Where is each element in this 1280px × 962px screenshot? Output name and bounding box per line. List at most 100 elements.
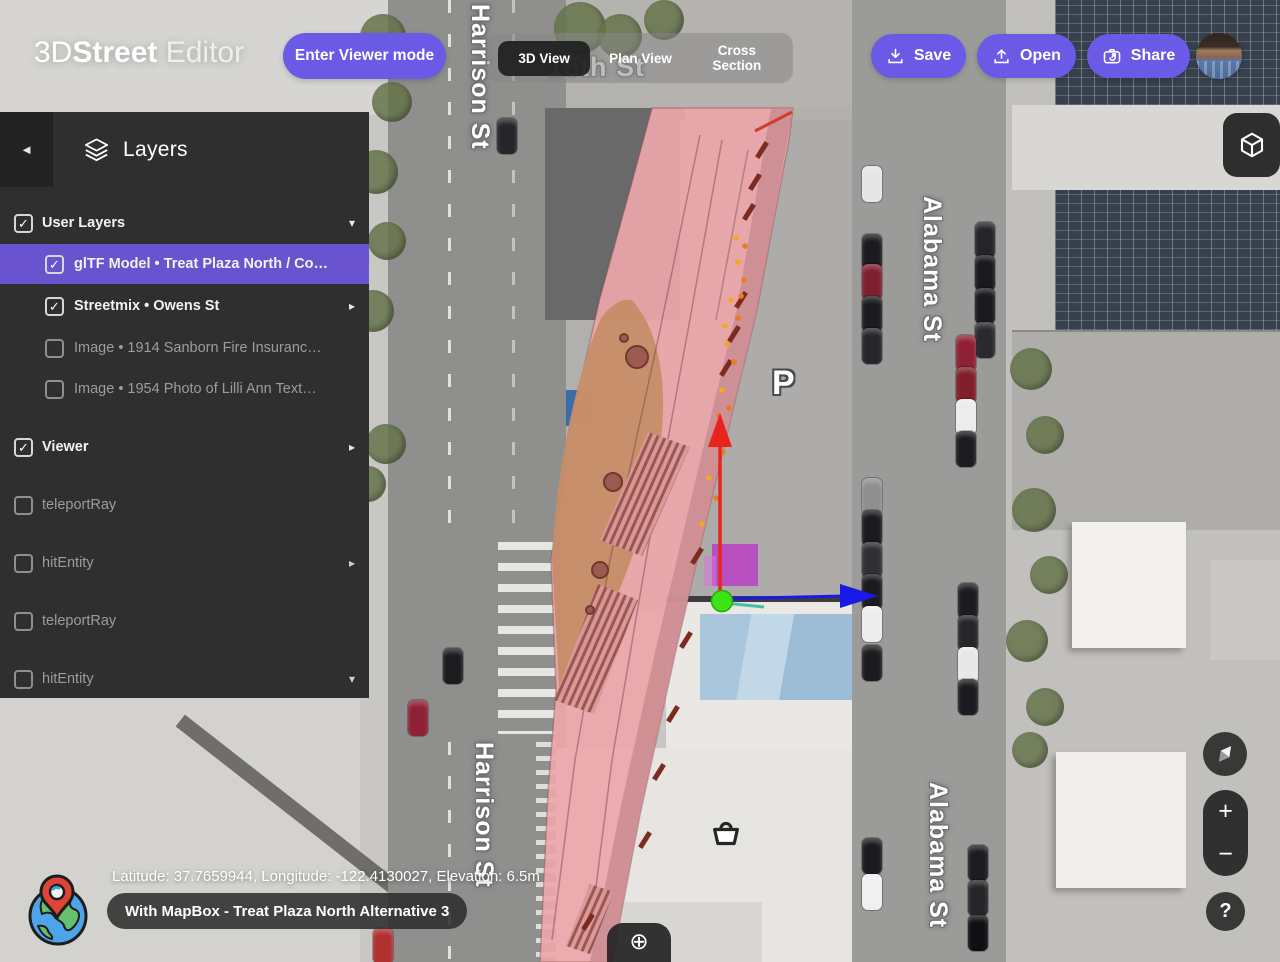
compass-reset-button[interactable] <box>1203 732 1247 776</box>
layers-panel-header: Layers <box>53 112 369 187</box>
parked-car <box>862 328 882 364</box>
gizmo-origin-handle[interactable] <box>712 591 733 612</box>
plaza-plant <box>719 387 725 393</box>
parked-car <box>862 874 882 910</box>
layer-row[interactable]: ✓User Layers▾ <box>0 203 369 243</box>
parked-car <box>968 915 988 951</box>
layer-row[interactable]: teleportRay <box>0 601 369 641</box>
parked-car <box>862 606 882 642</box>
street-label-harrison-bottom: Harrison St <box>469 742 498 888</box>
layer-row[interactable]: ✓ Viewer ▸ <box>0 427 369 467</box>
parked-car <box>862 510 882 546</box>
tab-plan-view[interactable]: Plan View <box>594 41 686 76</box>
checkbox-unchecked[interactable] <box>14 554 33 573</box>
model-inspector-button[interactable] <box>1223 113 1280 177</box>
store-poi-icon[interactable] <box>705 812 747 854</box>
zoom-out-button[interactable]: − <box>1203 833 1248 876</box>
solar-roof <box>1055 190 1280 330</box>
layer-label: Viewer <box>42 439 89 455</box>
layer-row[interactable]: hitEntity ▸ <box>0 543 369 583</box>
plaza-plant <box>699 521 705 527</box>
checkbox-checked[interactable]: ✓ <box>14 214 33 233</box>
parked-car <box>958 647 978 683</box>
plaza-plant <box>726 405 732 411</box>
lane-line <box>448 742 451 962</box>
panel-collapse-button[interactable]: ◄ <box>0 112 53 187</box>
chevron-right-icon[interactable]: ▸ <box>349 299 355 313</box>
checkbox-unchecked[interactable] <box>45 380 64 399</box>
layer-row[interactable]: hitEntity ▾ <box>0 659 369 699</box>
tree <box>1026 416 1064 454</box>
checkbox-unchecked[interactable] <box>14 670 33 689</box>
parked-car <box>956 367 976 403</box>
open-button[interactable]: Open <box>977 34 1076 78</box>
layer-label: Image • 1914 Sanborn Fire Insuranc… <box>74 340 322 356</box>
layer-row[interactable]: ✓ glTF Model • Treat Plaza North / Co… <box>0 244 369 284</box>
plaza-plant <box>706 475 712 481</box>
plaza-plant <box>724 341 730 347</box>
checkbox-unchecked[interactable] <box>14 612 33 631</box>
cube-icon <box>1237 130 1267 160</box>
add-entity-panel: ⊕ <box>607 923 671 962</box>
tree <box>368 222 406 260</box>
zoom-control: + − <box>1203 790 1248 876</box>
chevron-down-icon[interactable]: ▾ <box>349 672 355 686</box>
layer-label: hitEntity <box>42 555 94 571</box>
parked-car <box>968 880 988 916</box>
plaza-tree <box>592 562 608 578</box>
chevron-down-icon[interactable]: ▾ <box>349 216 355 230</box>
save-label: Save <box>914 47 951 65</box>
share-button[interactable]: Share <box>1087 34 1190 78</box>
tree <box>372 82 412 122</box>
share-label: Share <box>1131 47 1175 65</box>
checkbox-checked[interactable]: ✓ <box>14 438 33 457</box>
layer-label: hitEntity <box>42 671 94 687</box>
tree <box>366 424 406 464</box>
app-logo: 3DStreet Editor <box>34 36 244 70</box>
chevron-right-icon[interactable]: ▸ <box>349 440 355 454</box>
layer-row[interactable]: ✓Streetmix • Owens St▸ <box>0 286 369 326</box>
checkbox-unchecked[interactable] <box>14 496 33 515</box>
layer-row[interactable]: Image • 1914 Sanborn Fire Insuranc… <box>0 328 369 368</box>
geospatial-logo[interactable] <box>20 872 94 948</box>
tree <box>1012 732 1048 768</box>
parked-car <box>975 322 995 358</box>
tab-cross-section[interactable]: Cross Section <box>691 33 783 83</box>
scene-title-pill[interactable]: With MapBox - Treat Plaza North Alternat… <box>107 893 467 929</box>
parked-car <box>862 296 882 332</box>
chevron-right-icon[interactable]: ▸ <box>349 556 355 570</box>
selected-model-bounds <box>704 556 716 586</box>
tree <box>1012 488 1056 532</box>
checkbox-unchecked[interactable] <box>45 339 64 358</box>
layer-label: glTF Model • Treat Plaza North / Co… <box>74 256 328 272</box>
save-button[interactable]: Save <box>871 34 966 78</box>
layers-icon <box>83 136 110 163</box>
open-label: Open <box>1020 47 1061 65</box>
add-icon[interactable]: ⊕ <box>629 930 648 962</box>
street-label-alabama-bottom: Alabama St <box>923 782 952 928</box>
parked-car <box>443 648 463 684</box>
plaza-plant <box>741 277 747 283</box>
layer-row[interactable]: Image • 1954 Photo of Lilli Ann Text… <box>0 369 369 409</box>
parked-car <box>862 542 882 578</box>
geo-coordinates-readout: Latitude: 37.7659944, Longitude: -122.41… <box>112 868 540 885</box>
parked-car <box>958 679 978 715</box>
checkbox-checked[interactable]: ✓ <box>45 297 64 316</box>
parked-car <box>497 118 517 154</box>
layer-label: teleportRay <box>42 613 116 629</box>
logo-editor: Editor <box>157 36 244 69</box>
user-avatar[interactable] <box>1196 33 1242 79</box>
layer-label: teleportRay <box>42 497 116 513</box>
parked-car <box>968 845 988 881</box>
zoom-in-button[interactable]: + <box>1203 790 1248 833</box>
layer-row[interactable]: teleportRay <box>0 485 369 525</box>
map-building <box>1072 522 1186 648</box>
help-button[interactable]: ? <box>1206 892 1245 931</box>
checkbox-checked[interactable]: ✓ <box>45 255 64 274</box>
logo-street: Street <box>72 36 157 69</box>
logo-3d: 3D <box>34 36 72 69</box>
download-icon <box>886 47 905 66</box>
parked-car <box>975 222 995 258</box>
tab-3d-view[interactable]: 3D View <box>498 41 590 76</box>
enter-viewer-mode-button[interactable]: Enter Viewer mode <box>283 33 446 79</box>
